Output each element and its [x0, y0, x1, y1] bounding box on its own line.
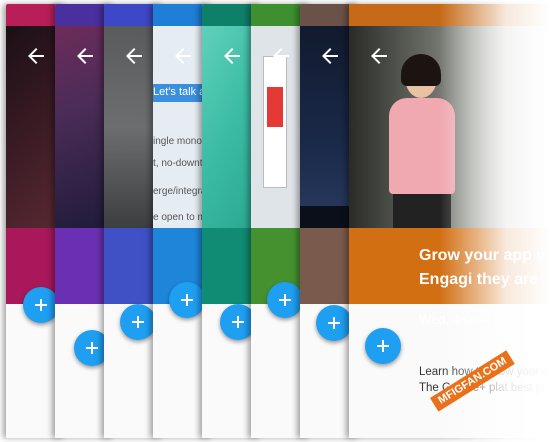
add-to-schedule-button[interactable] — [120, 304, 156, 340]
add-to-schedule-button[interactable] — [23, 287, 59, 323]
arrow-back-icon[interactable] — [318, 44, 342, 68]
slide-text: t, no-downt — [153, 158, 203, 169]
plus-icon — [232, 316, 244, 328]
slide-text: Let's talk al — [153, 86, 208, 98]
add-to-schedule-button[interactable] — [169, 282, 205, 318]
add-to-schedule-button[interactable] — [365, 328, 401, 364]
plus-icon — [181, 294, 193, 306]
plus-icon — [86, 342, 98, 354]
add-to-schedule-button[interactable] — [267, 282, 303, 318]
arrow-back-icon[interactable] — [122, 44, 146, 68]
plus-icon — [279, 294, 291, 306]
arrow-back-icon[interactable] — [24, 44, 48, 68]
arrow-back-icon[interactable] — [171, 44, 195, 68]
phone-image — [263, 56, 287, 188]
arrow-back-icon[interactable] — [367, 44, 391, 68]
plus-icon — [328, 317, 340, 329]
session-card-stack: Let's talk al ingle monoliti t, no-downt… — [0, 0, 550, 442]
add-to-schedule-button[interactable] — [316, 305, 352, 341]
slide-text: e open to m — [153, 212, 206, 223]
arrow-back-icon[interactable] — [73, 44, 97, 68]
plus-icon — [377, 340, 389, 352]
plus-icon — [35, 299, 47, 311]
arrow-back-icon[interactable] — [220, 44, 244, 68]
plus-icon — [132, 316, 144, 328]
arrow-back-icon[interactable] — [269, 44, 293, 68]
